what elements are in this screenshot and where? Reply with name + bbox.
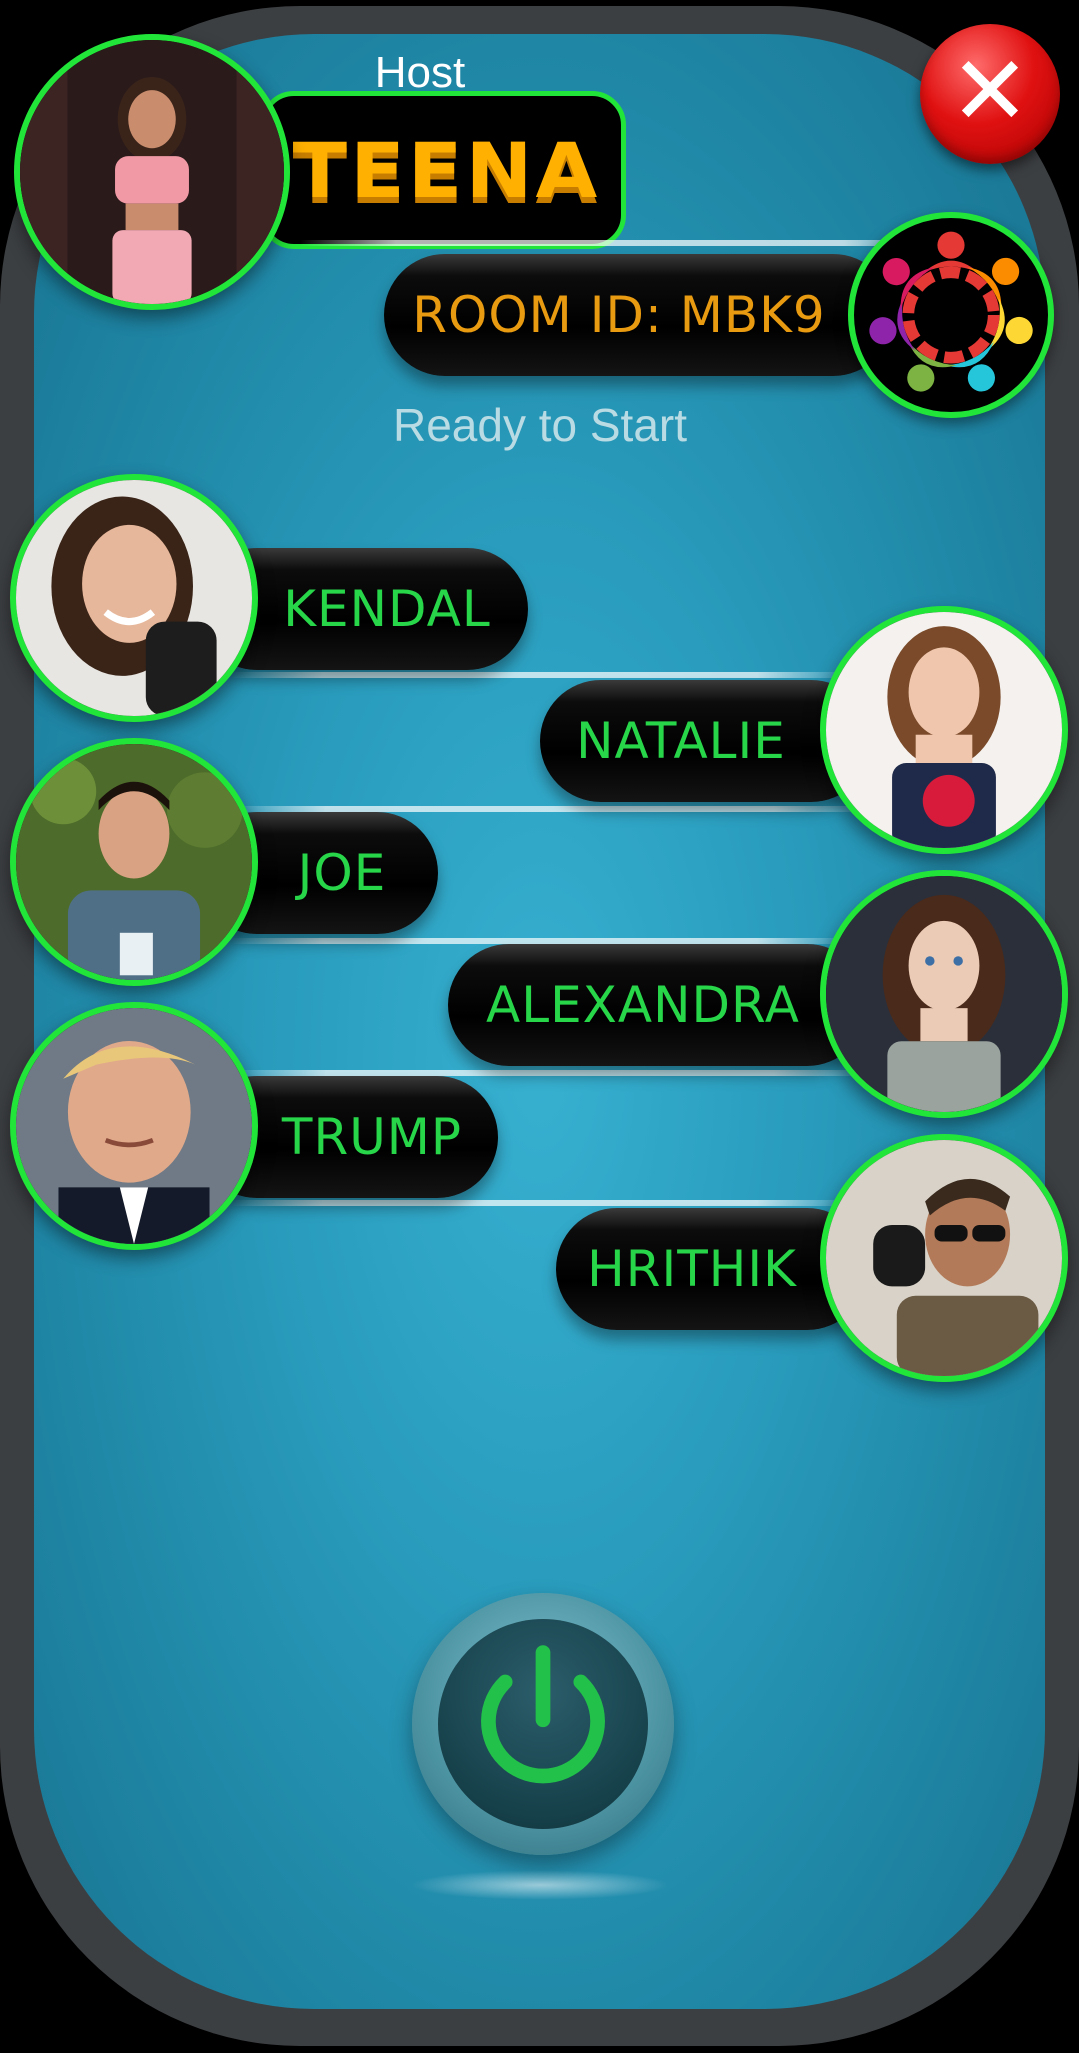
player-name-pill: ALEXANDRA bbox=[448, 944, 868, 1066]
player-name: NATALIE bbox=[576, 712, 786, 770]
player-avatar[interactable] bbox=[10, 738, 258, 986]
player-photo bbox=[826, 612, 1062, 848]
player-photo bbox=[826, 1140, 1062, 1376]
host-photo bbox=[20, 40, 284, 304]
team-circle-icon bbox=[848, 212, 1054, 418]
player-name: TRUMP bbox=[281, 1108, 463, 1166]
room-shelf bbox=[300, 240, 940, 246]
player-avatar[interactable] bbox=[820, 606, 1068, 854]
power-button-face bbox=[438, 1619, 648, 1829]
player-photo bbox=[16, 1008, 252, 1244]
host-avatar[interactable] bbox=[14, 34, 290, 310]
close-icon: ✕ bbox=[949, 35, 1031, 147]
start-power-button[interactable] bbox=[412, 1593, 674, 1855]
player-shelf bbox=[230, 1200, 850, 1206]
close-button[interactable]: ✕ bbox=[920, 24, 1060, 164]
player-name: HRITHIK bbox=[587, 1240, 797, 1298]
player-name: ALEXANDRA bbox=[486, 976, 800, 1034]
player-shelf bbox=[230, 672, 850, 678]
status-text: Ready to Start bbox=[392, 399, 688, 451]
player-photo bbox=[16, 744, 252, 980]
player-photo bbox=[16, 480, 252, 716]
player-photo bbox=[826, 876, 1062, 1112]
power-button-reflection bbox=[410, 1870, 670, 1900]
player-avatar[interactable] bbox=[10, 1002, 258, 1250]
host-name: TEENA bbox=[292, 125, 601, 215]
player-avatar[interactable] bbox=[10, 474, 258, 722]
room-id-pill: ROOM ID: MBK9 bbox=[384, 254, 894, 376]
player-name: JOE bbox=[297, 844, 387, 902]
host-name-badge: TEENA bbox=[260, 91, 626, 249]
room-id-text: ROOM ID: MBK9 bbox=[412, 286, 826, 344]
player-name: KENDAL bbox=[283, 580, 491, 638]
player-avatar[interactable] bbox=[820, 870, 1068, 1118]
power-icon bbox=[481, 1645, 605, 1784]
player-avatar[interactable] bbox=[820, 1134, 1068, 1382]
